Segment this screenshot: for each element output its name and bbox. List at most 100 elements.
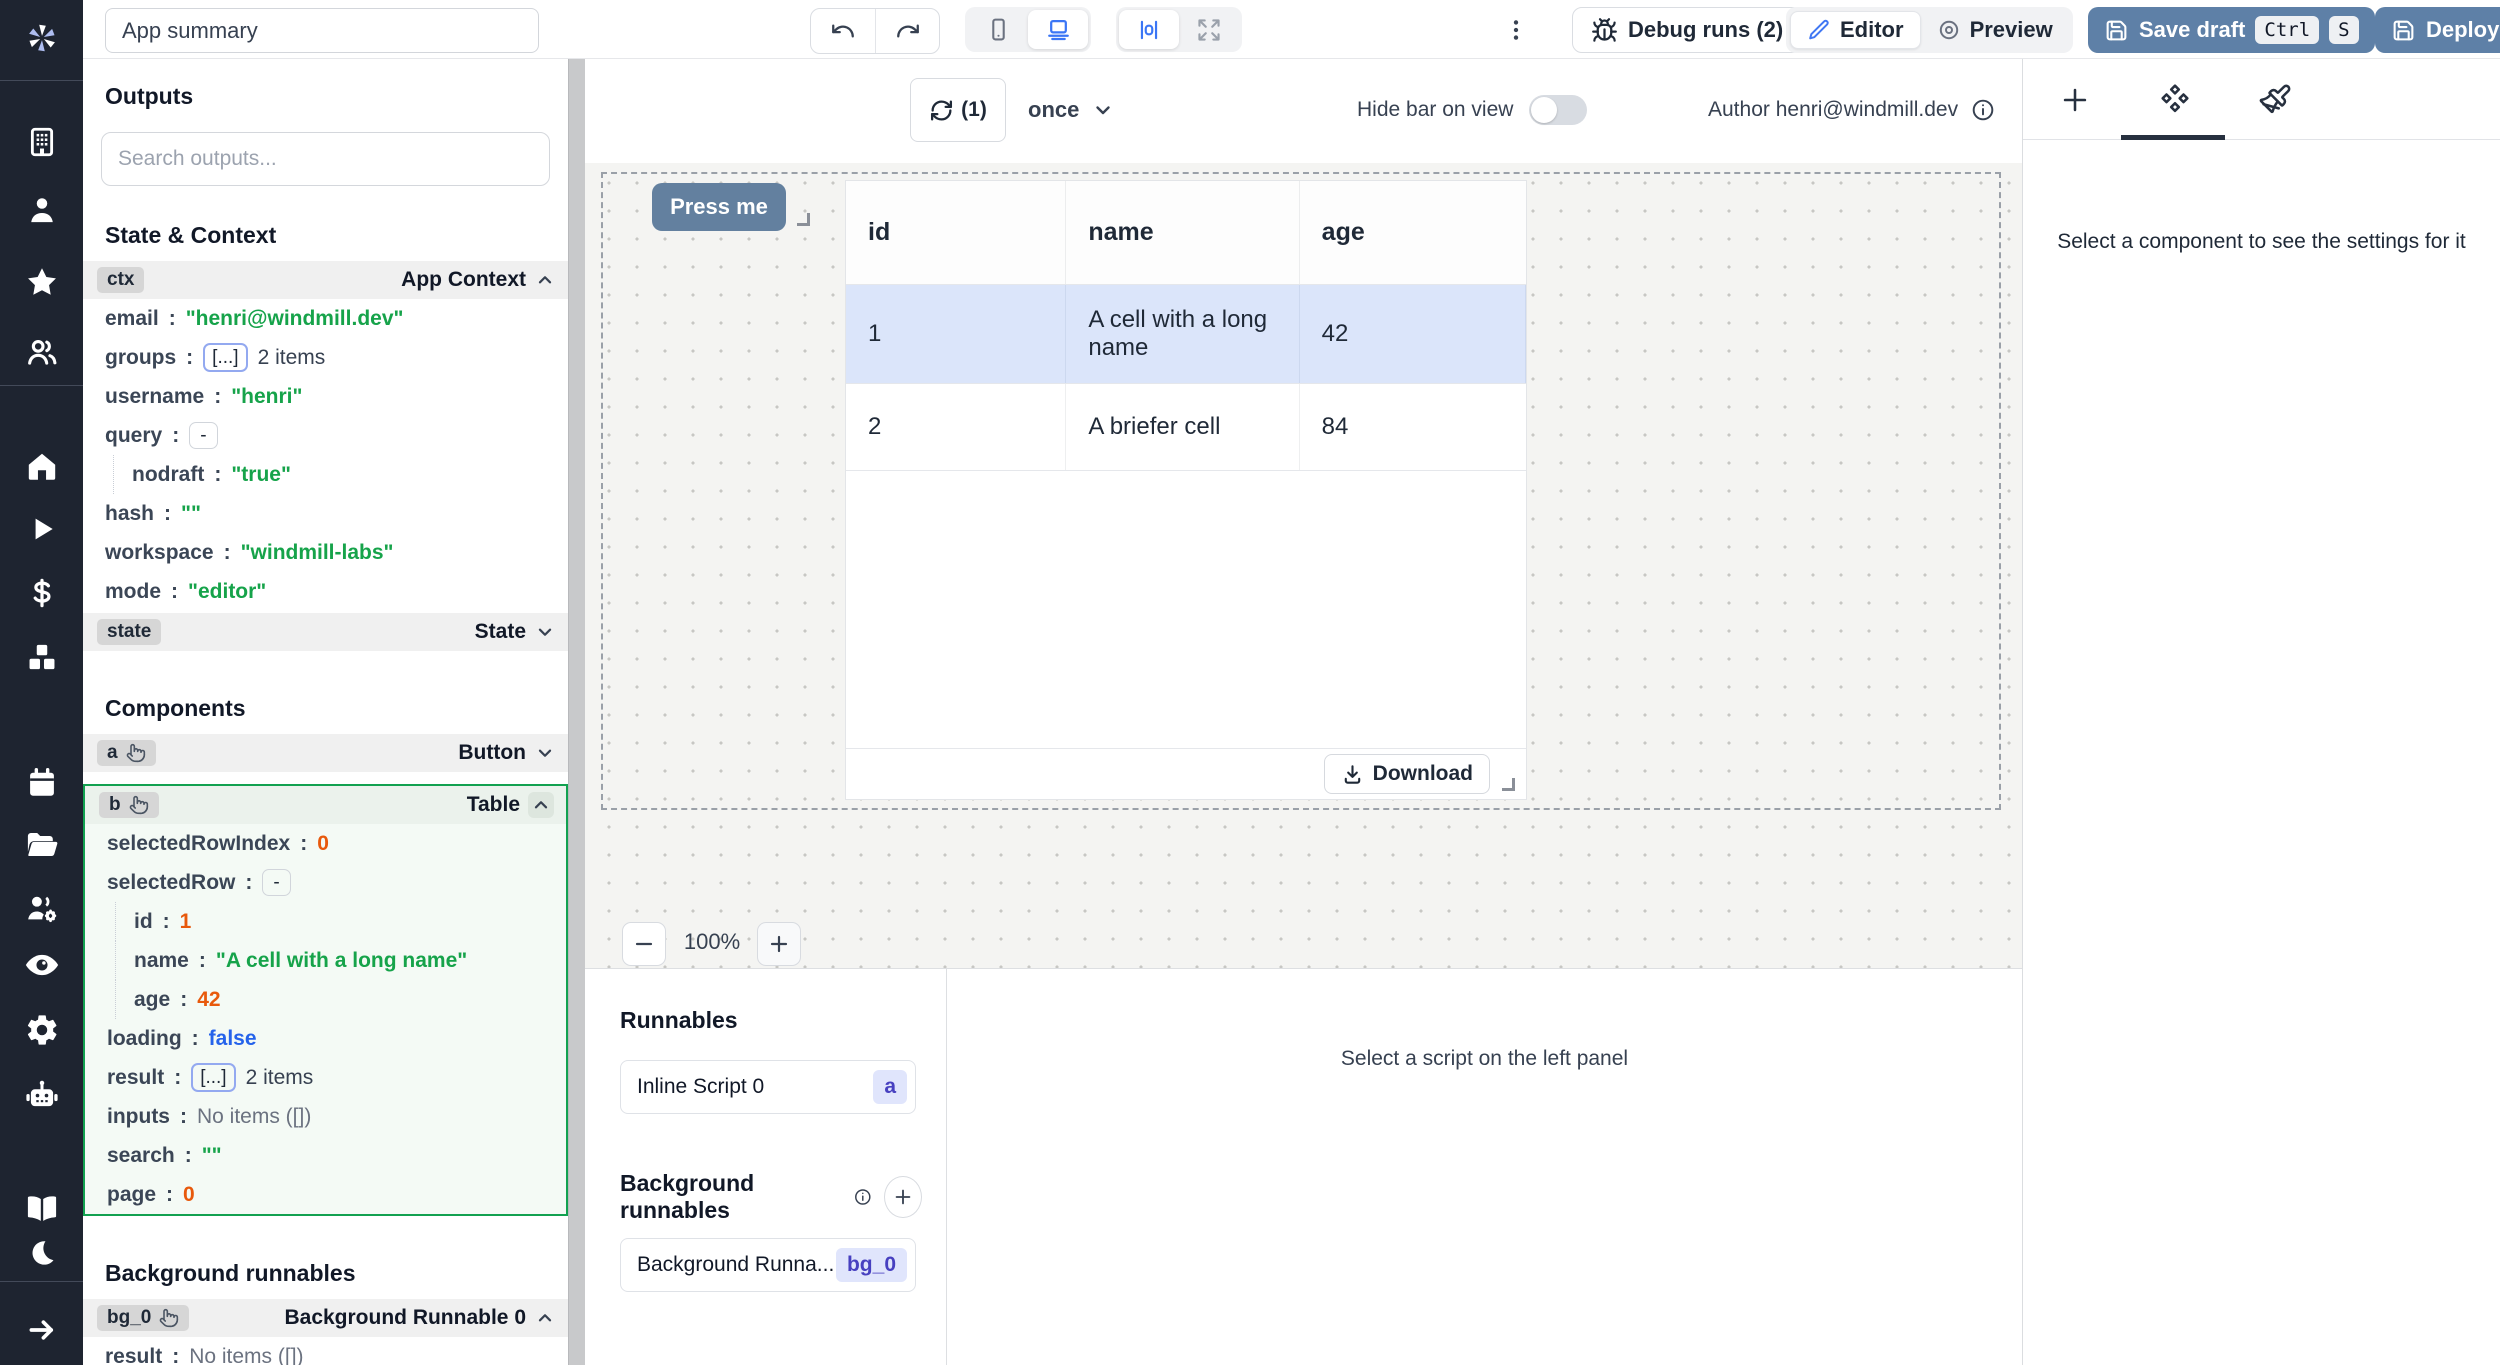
table-row[interactable]: 1A cell with a long name42 — [846, 285, 1526, 384]
ctx-rows: email:"henri@windmill.dev"groups:[...]2 … — [83, 299, 568, 611]
panel-resize-handle[interactable] — [568, 59, 585, 1365]
download-button[interactable]: Download — [1324, 754, 1490, 794]
eye-icon[interactable] — [23, 946, 61, 984]
user-icon[interactable] — [25, 193, 59, 227]
tab-styling[interactable] — [2223, 59, 2327, 140]
output-key: mode — [105, 580, 161, 604]
toggle-knob — [1531, 97, 1557, 123]
recompute-mode-dropdown[interactable]: once — [1028, 89, 1115, 131]
table-column-header[interactable]: name — [1066, 181, 1299, 284]
save-icon — [2104, 18, 2129, 43]
add-background-runnable-button[interactable] — [884, 1176, 922, 1218]
arrow-right-icon[interactable] — [25, 1313, 59, 1347]
ctx-chip[interactable]: ctx — [97, 267, 144, 293]
items-count: 2 items — [258, 346, 326, 370]
output-field-row: search:"" — [85, 1136, 566, 1175]
table-cell[interactable]: A briefer cell — [1066, 384, 1299, 470]
tab-editor[interactable]: Editor — [1790, 11, 1921, 49]
component-a-type: Button — [458, 741, 556, 765]
colon: : — [171, 580, 178, 604]
output-field-row: nodraft:"true" — [113, 455, 568, 494]
table-cell[interactable]: 1 — [846, 285, 1066, 383]
colon: : — [214, 463, 221, 487]
table-column-header[interactable]: id — [846, 181, 1066, 284]
undo-button[interactable] — [811, 9, 875, 53]
play-icon[interactable] — [26, 513, 58, 545]
zoom-out-button[interactable] — [622, 922, 666, 966]
resize-handle[interactable] — [797, 213, 810, 226]
table-row[interactable]: 2A briefer cell84 — [846, 384, 1526, 471]
left-nav-rail — [0, 0, 83, 1365]
book-open-icon[interactable] — [24, 1190, 60, 1226]
building-icon[interactable] — [25, 125, 59, 159]
expand-chip[interactable]: [...] — [203, 343, 247, 372]
mobile-view-button[interactable] — [968, 10, 1028, 49]
fullscreen-button[interactable] — [1179, 10, 1239, 49]
expand-chip[interactable]: - — [189, 422, 217, 449]
deploy-button[interactable]: Deploy — [2375, 7, 2500, 53]
state-chip[interactable]: state — [97, 619, 161, 645]
table-cell[interactable]: A cell with a long name — [1066, 285, 1299, 383]
center-align-button[interactable] — [1119, 10, 1179, 49]
table-cell[interactable]: 2 — [846, 384, 1066, 470]
desktop-view-button[interactable] — [1028, 10, 1088, 49]
device-toggle-group — [965, 7, 1091, 52]
output-node-ctx[interactable]: ctx App Context — [83, 261, 568, 299]
moon-icon[interactable] — [26, 1237, 58, 1269]
app-summary-input[interactable] — [105, 8, 539, 53]
background-runnable-item[interactable]: Background Runna... bg_0 — [620, 1238, 916, 1292]
colon: : — [166, 1183, 173, 1207]
bg0-chip[interactable]: bg_0 — [97, 1305, 189, 1331]
save-draft-button[interactable]: Save draft Ctrl S — [2088, 7, 2375, 53]
plus-icon — [2058, 83, 2092, 117]
output-key: email — [105, 307, 159, 331]
zoom-level: 100% — [681, 929, 743, 955]
ctx-type-label: App Context — [401, 268, 556, 292]
collapse-button[interactable] — [528, 792, 554, 818]
zoom-in-button[interactable] — [757, 922, 801, 966]
users-gear-icon[interactable] — [24, 890, 60, 926]
output-node-a[interactable]: a Button — [83, 734, 568, 772]
resize-handle[interactable] — [1502, 778, 1515, 791]
tab-component-settings[interactable] — [2123, 59, 2227, 140]
hide-bar-toggle[interactable] — [1529, 95, 1587, 125]
gear-icon[interactable] — [24, 1012, 60, 1048]
expand-chip[interactable]: [...] — [191, 1063, 235, 1092]
output-node-state[interactable]: state State — [83, 613, 568, 651]
tab-insert-component[interactable] — [2023, 59, 2127, 140]
press-me-button[interactable]: Press me — [652, 183, 786, 231]
selected-component-b: b Table selectedRowIndex:0selectedRow:-i… — [83, 784, 568, 1216]
star-icon[interactable] — [24, 264, 60, 300]
more-menu-button[interactable] — [1503, 11, 1529, 49]
redo-button[interactable] — [875, 9, 939, 53]
component-b-type: Table — [467, 792, 554, 818]
table-cell[interactable]: 42 — [1300, 285, 1526, 383]
component-b-chip[interactable]: b — [99, 792, 159, 818]
author-label: Author henri@windmill.dev — [1708, 98, 1958, 122]
colon: : — [174, 1066, 181, 1090]
output-key: result — [105, 1345, 162, 1365]
table-cell[interactable]: 84 — [1300, 384, 1526, 470]
search-outputs-input[interactable] — [101, 132, 550, 186]
output-node-bg0[interactable]: bg_0 Background Runnable 0 — [83, 1299, 568, 1337]
users-icon[interactable] — [25, 335, 59, 369]
boxes-icon[interactable] — [25, 640, 59, 674]
folder-open-icon[interactable] — [24, 827, 60, 863]
info-icon — [853, 1186, 873, 1208]
component-a-chip[interactable]: a — [97, 740, 156, 766]
windmill-logo-icon[interactable] — [21, 17, 63, 59]
debug-runs-button[interactable]: Debug runs (2) — [1572, 7, 1802, 53]
home-icon[interactable] — [24, 448, 60, 484]
tab-preview[interactable]: Preview — [1921, 11, 2069, 49]
dollar-icon[interactable] — [26, 577, 58, 609]
output-field-row: result:[...]2 items — [85, 1058, 566, 1097]
table-column-header[interactable]: age — [1300, 181, 1526, 284]
refresh-button[interactable]: (1) — [910, 78, 1006, 142]
colon: : — [300, 832, 307, 856]
expand-chip[interactable]: - — [262, 869, 290, 896]
inline-script-item[interactable]: Inline Script 0 a — [620, 1060, 916, 1114]
bot-icon[interactable] — [24, 1077, 60, 1113]
calendar-icon[interactable] — [25, 766, 59, 800]
background-runnable-label: Background Runna... — [637, 1253, 834, 1277]
output-node-b[interactable]: b Table — [85, 786, 566, 824]
